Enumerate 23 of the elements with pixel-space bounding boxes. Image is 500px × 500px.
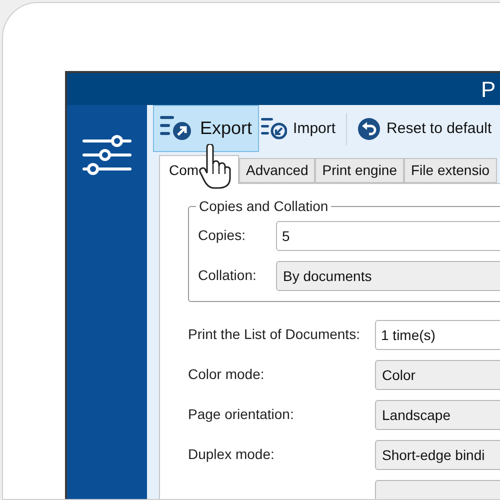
field-label: Page orientation: [188,406,294,422]
group-title: Copies and Collation [198,197,330,216]
field-label: Color mode: [188,366,264,382]
field-label: Print the List of Documents: [188,326,360,342]
dropdown[interactable]: Landscape [375,400,500,430]
list-arrow-icon [160,114,192,142]
dropdown[interactable]: By documents [276,261,500,291]
field-label: Copies: [198,227,246,243]
dropdown[interactable]: Short-edge bindi [375,440,500,470]
tab[interactable]: File extensio [404,158,497,183]
list-arrow-icon [261,117,288,141]
dropdown[interactable]: Color [375,360,500,390]
text-field[interactable]: 5 [276,221,500,251]
tab[interactable]: Advanced [239,158,316,183]
undo-icon [356,117,381,141]
toolbar-button[interactable]: Import [259,109,338,149]
window-title: P [481,76,496,104]
field-label: Collation: [198,267,256,283]
toolbar-button[interactable]: Export [153,105,260,152]
toolbar-button[interactable]: Reset to default [354,109,494,149]
text-field[interactable]: 1 time(s) [375,320,500,350]
tab[interactable]: Print engine [315,158,404,183]
field-label: Duplex mode: [188,446,274,462]
